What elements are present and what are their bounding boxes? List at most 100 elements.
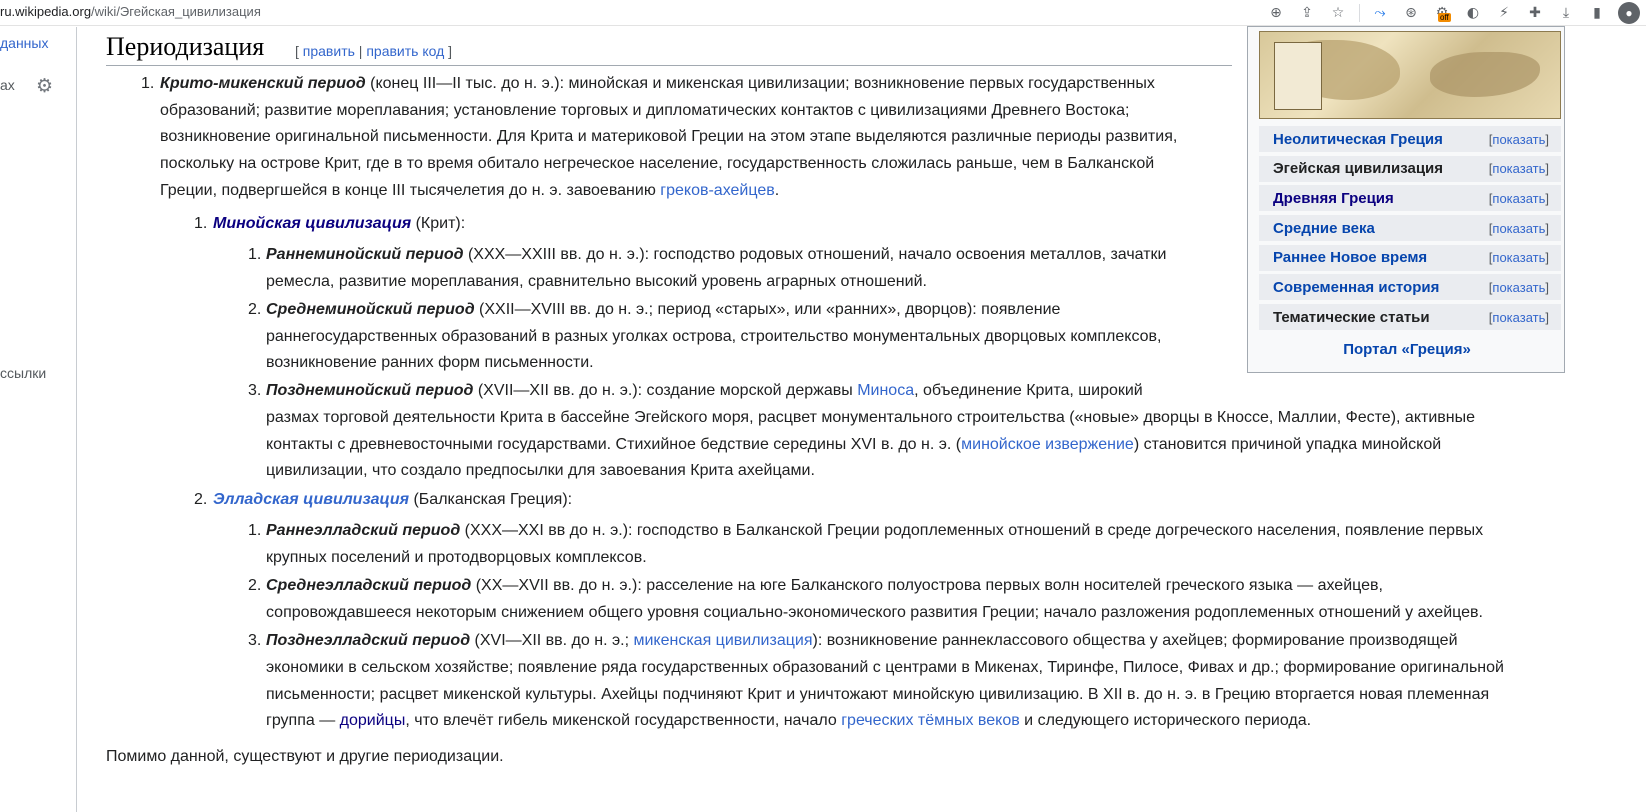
edit-link[interactable]: править (303, 43, 355, 59)
list-item-line: возникновение ранних форм письменности. (266, 354, 594, 371)
list-item-line: Позднеминойский период (XVII—XII вв. до … (266, 378, 1143, 404)
list-item-line: крупных поселений и протодворцовых компл… (266, 549, 647, 566)
show-toggle[interactable]: [показать] (1489, 161, 1549, 176)
link-minoan-eruption[interactable]: минойское извержение (961, 436, 1134, 453)
share-icon[interactable]: ⇪ (1296, 2, 1318, 24)
list-item-line: Минойская цивилизация (Крит): (213, 211, 465, 237)
list-number: 1. (248, 522, 262, 539)
list-item-line: ремесла, развитие мореплавания, сравните… (266, 273, 927, 290)
edit-section-links: [ править | править код ] (295, 43, 452, 59)
bracket-close: ] (448, 43, 453, 59)
bookmark-star-icon[interactable]: ☆ (1327, 2, 1349, 24)
list-item-line: Греции, подвергшейся в конце III тысячел… (160, 178, 779, 204)
text: (XXII—XVIII вв. до н. э.; период «старых… (474, 301, 1061, 318)
nav-row-label[interactable]: Неолитическая Греция (1273, 131, 1443, 148)
text: (Балканская Греция): (409, 491, 573, 508)
show-toggle[interactable]: [показать] (1489, 310, 1549, 325)
list-number: 3. (248, 632, 262, 649)
edit-code-link[interactable]: править код (366, 43, 444, 59)
address-bar[interactable]: ru.wikipedia.org/wiki/Эгейская_цивилизац… (0, 4, 261, 19)
text: группа — (266, 712, 340, 729)
text: и следующего исторического периода. (1019, 712, 1312, 729)
link-greek-dark-ages[interactable]: греческих тёмных веков (841, 712, 1020, 729)
grammar-extension-icon[interactable]: ◐ (1462, 2, 1484, 24)
list-item-line: Среднеминойский период (XXII—XVIII вв. д… (266, 297, 1060, 323)
period-title: Раннеминойский период (266, 246, 464, 263)
period-title: Позднеминойский период (266, 382, 474, 399)
link-minoan-civilization[interactable]: Минойская цивилизация (213, 215, 411, 232)
text: контакты с древневосточными государствам… (266, 436, 962, 453)
list-item-line: Позднеэлладский период (XVI—XII вв. до н… (266, 628, 1458, 654)
nav-row-modern-history[interactable]: Современная история [показать] (1259, 274, 1561, 301)
extension-off-badge: off (1438, 13, 1451, 22)
nav-row-ancient-greece[interactable]: Древняя Греция [показать] (1259, 185, 1561, 212)
url-path: /wiki/Эгейская_цивилизация (91, 4, 261, 19)
link-mycenaean-civilization[interactable]: микенская цивилизация (633, 632, 812, 649)
text: (XVII—XII вв. до н. э.): создание морско… (473, 382, 858, 399)
list-item-line: возникновение оригинальной письменности.… (160, 128, 1178, 145)
nav-row-middle-ages[interactable]: Средние века [показать] (1259, 215, 1561, 242)
text: (Крит): (411, 215, 466, 232)
show-toggle[interactable]: [показать] (1489, 250, 1549, 265)
nav-row-label: Тематические статьи (1273, 308, 1430, 326)
text: Греции, подвергшейся в конце III тысячел… (160, 182, 661, 199)
list-item-line: Элладская цивилизация (Балканская Греция… (213, 487, 572, 513)
extensions-puzzle-icon[interactable]: ✚ (1524, 2, 1546, 24)
acrobat-extension-icon[interactable]: ⤳ (1369, 2, 1391, 24)
list-item-line: контакты с древневосточными государствам… (266, 432, 1441, 458)
nav-row-aegean: Эгейская цивилизация [показать] (1259, 155, 1561, 182)
list-item-line: размах торговой деятельности Крита в бас… (266, 409, 1475, 426)
zoom-icon[interactable]: ⊕ (1265, 2, 1287, 24)
period-title: Среднеминойский период (266, 301, 475, 318)
side-panel-icon[interactable]: ▮ (1586, 2, 1608, 24)
link-greeks-achaeans[interactable]: греков-ахейцев (660, 182, 774, 199)
list-item-line: экономики в сельском хозяйстве; появлени… (266, 659, 1504, 676)
link-minos[interactable]: Миноса (857, 382, 914, 399)
profile-avatar[interactable]: ● (1618, 2, 1640, 24)
nav-row-label[interactable]: Современная история (1273, 279, 1439, 296)
list-number: 1. (248, 246, 262, 263)
show-toggle[interactable]: [показать] (1489, 132, 1549, 147)
browser-toolbar: ru.wikipedia.org/wiki/Эгейская_цивилизац… (0, 0, 1646, 26)
list-item-line: раннегосударственных образований в разны… (266, 328, 1162, 345)
antique-map-image[interactable] (1259, 31, 1561, 119)
nav-row-label[interactable]: Раннее Новое время (1273, 249, 1427, 266)
edit-separator: | (358, 43, 363, 59)
link-helladic-civilization[interactable]: Элладская цивилизация (213, 491, 409, 508)
text: (XXX—XXIII вв. до н. э.): господство род… (463, 246, 1167, 263)
link-dorians[interactable]: дорийцы (340, 712, 406, 729)
list-item-line: сопровождавшееся некоторым снижением общ… (266, 604, 1483, 621)
nav-row-early-modern[interactable]: Раннее Новое время [показать] (1259, 244, 1561, 271)
speed-extension-icon[interactable]: ⚡ (1493, 2, 1515, 24)
period-title: Среднеэлладский период (266, 577, 472, 594)
list-number: 1. (194, 215, 208, 232)
show-toggle[interactable]: [показать] (1489, 191, 1549, 206)
list-number: 1. (141, 75, 155, 92)
extension-robot-icon[interactable]: ⚙off (1431, 2, 1453, 24)
download-icon[interactable]: ⤓ (1555, 2, 1577, 24)
text: . (774, 182, 780, 199)
sidebar-label-links: ссылки (0, 365, 47, 381)
text: ): возникновение раннеклассового обществ… (812, 632, 1458, 649)
sidebar-link-data[interactable]: данных (0, 35, 48, 51)
navigation-infobox: Неолитическая Греция [показать] Эгейская… (1247, 26, 1565, 373)
text: (XVI—XII вв. до н. э.; (470, 632, 634, 649)
list-item-line: письменности; расцвет микенской культуры… (266, 686, 1490, 703)
nav-row-label[interactable]: Средние века (1273, 220, 1375, 237)
gear-icon[interactable]: ⚙ (36, 75, 53, 97)
nav-row-label[interactable]: Древняя Греция (1273, 190, 1394, 207)
nav-row-thematic: Тематические статьи [показать] (1259, 304, 1561, 331)
show-toggle[interactable]: [показать] (1489, 221, 1549, 236)
period-title: Позднеэлладский период (266, 632, 471, 649)
section-title: Периодизация (106, 32, 265, 61)
list-item-line: группа — дорийцы, что влечёт гибель мике… (266, 708, 1311, 734)
list-item-line: цивилизации, что создало предпосылки для… (266, 462, 815, 479)
portal-greece-link[interactable]: Портал «Греция» (1248, 341, 1566, 358)
bracket-open: [ (295, 43, 299, 59)
extension-circle-icon[interactable]: ⊛ (1400, 2, 1422, 24)
show-toggle[interactable]: [показать] (1489, 280, 1549, 295)
nav-row-label: Эгейская цивилизация (1273, 160, 1444, 178)
text: ) становится причиной упадка минойской (1133, 436, 1442, 453)
list-number: 3. (248, 382, 262, 399)
nav-row-neolithic[interactable]: Неолитическая Греция [показать] (1259, 126, 1561, 152)
